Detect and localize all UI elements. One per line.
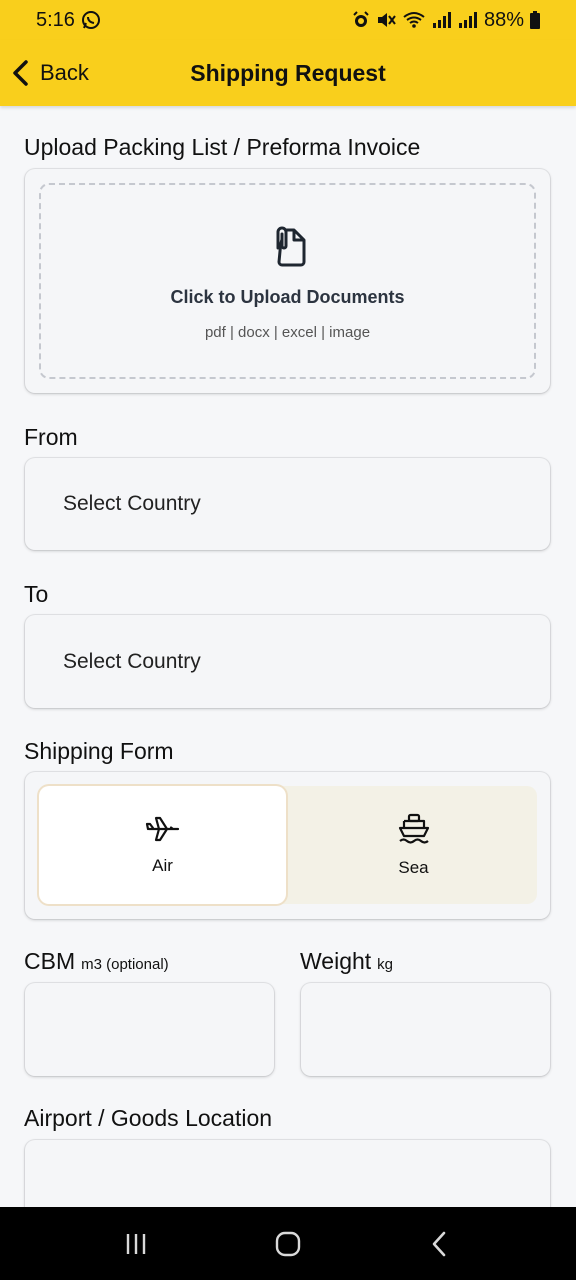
recent-apps-icon bbox=[126, 1233, 146, 1254]
ship-icon bbox=[397, 813, 431, 850]
cbm-label-text: CBM bbox=[24, 948, 76, 974]
to-select-placeholder: Select Country bbox=[63, 649, 201, 673]
chevron-left-icon bbox=[10, 58, 32, 88]
air-option[interactable]: Air bbox=[39, 786, 286, 904]
weight-label-text: Weight bbox=[300, 948, 372, 974]
status-time: 5:16 bbox=[36, 8, 75, 31]
location-label: Airport / Goods Location bbox=[24, 1105, 273, 1131]
wifi-icon bbox=[402, 11, 426, 29]
sea-option[interactable]: Sea bbox=[290, 786, 537, 904]
app-bar: Back Shipping Request bbox=[0, 40, 576, 106]
recent-apps-button[interactable] bbox=[106, 1214, 166, 1274]
weight-unit: kg bbox=[377, 956, 394, 973]
shipping-form-toggle: Air Sea bbox=[25, 772, 550, 919]
signal-icon bbox=[432, 11, 452, 29]
cbm-input[interactable] bbox=[25, 983, 274, 1076]
system-back-button[interactable] bbox=[410, 1214, 470, 1274]
to-country-select[interactable]: Select Country bbox=[25, 615, 550, 708]
air-option-label: Air bbox=[152, 855, 173, 875]
upload-cta: Click to Upload Documents bbox=[170, 286, 405, 307]
weight-label: Weight kg bbox=[300, 948, 393, 975]
upload-dropzone[interactable]: Click to Upload Documents pdf | docx | e… bbox=[39, 183, 536, 379]
from-label: From bbox=[24, 424, 78, 450]
mute-icon bbox=[376, 11, 396, 29]
weight-input[interactable] bbox=[301, 983, 550, 1076]
status-bar: 5:16 88% bbox=[0, 0, 576, 40]
from-country-select[interactable]: Select Country bbox=[25, 458, 550, 550]
sea-option-label: Sea bbox=[398, 857, 429, 877]
back-label: Back bbox=[40, 60, 89, 85]
home-icon bbox=[275, 1231, 301, 1256]
shipping-form-label: Shipping Form bbox=[24, 738, 174, 764]
whatsapp-icon bbox=[81, 10, 101, 30]
back-button[interactable]: Back bbox=[10, 40, 89, 106]
battery-percent: 88% bbox=[483, 8, 524, 31]
alarm-icon bbox=[352, 11, 370, 29]
upload-card: Click to Upload Documents pdf | docx | e… bbox=[25, 169, 550, 393]
document-attachment-icon bbox=[266, 222, 310, 273]
system-nav-bar bbox=[0, 1207, 576, 1280]
upload-formats: pdf | docx | excel | image bbox=[204, 323, 371, 341]
to-label: To bbox=[24, 581, 49, 607]
cbm-label: CBM m3 (optional) bbox=[24, 948, 169, 975]
segmented-control: Air Sea bbox=[39, 786, 537, 904]
signal-icon-2 bbox=[458, 11, 478, 29]
from-select-placeholder: Select Country bbox=[63, 492, 201, 515]
cbm-unit: m3 (optional) bbox=[81, 956, 169, 973]
upload-label: Upload Packing List / Preforma Invoice bbox=[24, 134, 421, 160]
location-input[interactable] bbox=[25, 1140, 550, 1207]
back-arrow-icon bbox=[432, 1231, 446, 1256]
airplane-icon bbox=[145, 815, 181, 848]
battery-icon bbox=[530, 11, 540, 29]
home-button[interactable] bbox=[258, 1214, 318, 1274]
form-content: Upload Packing List / Preforma Invoice C… bbox=[0, 106, 576, 1207]
